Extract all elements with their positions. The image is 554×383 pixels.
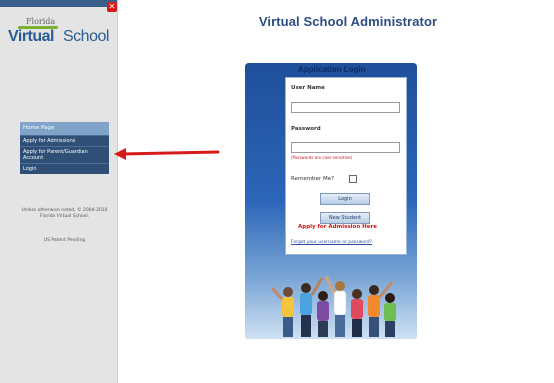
password-input[interactable] xyxy=(291,142,400,153)
login-title: Application Login xyxy=(298,65,366,74)
close-icon[interactable]: ✕ xyxy=(107,2,117,12)
username-input[interactable] xyxy=(291,102,400,113)
forgot-credentials-link[interactable]: Forgot your username or password? xyxy=(291,240,381,246)
red-arrow-icon xyxy=(114,148,220,160)
copyright-text: Unless otherwise noted, © 2004-2010 Flor… xyxy=(21,208,108,219)
sidebar-topbar xyxy=(0,0,117,7)
new-student-button[interactable]: New Student xyxy=(320,212,370,224)
florida-virtual-school-logo[interactable]: Florida Virtual School xyxy=(8,14,112,60)
remember-me-label: Remember Me? xyxy=(291,176,334,182)
nav-apply-admissions[interactable]: Apply for Admissions xyxy=(20,135,109,146)
apply-admission-link[interactable]: Apply for Admission Here xyxy=(298,224,377,230)
password-note: (Passwords are case sensitive) xyxy=(291,155,353,160)
patent-text: US Patent Pending xyxy=(43,238,86,243)
username-label: User Name xyxy=(291,85,325,91)
nav-login[interactable]: Login xyxy=(20,163,109,174)
sidebar-nav: Home Page Apply for Admissions Apply for… xyxy=(20,122,109,174)
login-button[interactable]: Login xyxy=(320,193,370,205)
remember-me-checkbox[interactable] xyxy=(349,175,357,183)
page-title: Virtual School Administrator xyxy=(258,14,438,29)
nav-apply-parent-account[interactable]: Apply for Parent/Guardian Account xyxy=(20,146,109,163)
logo-florida-text: Florida xyxy=(26,17,56,26)
students-photo xyxy=(270,275,396,337)
logo-virtual-text: Virtual xyxy=(8,28,55,45)
nav-home-page[interactable]: Home Page xyxy=(20,122,109,135)
sidebar: ✕ Florida Virtual School Home Page Apply… xyxy=(0,0,118,383)
logo-school-text: School xyxy=(63,28,109,45)
login-form: User Name Password (Passwords are case s… xyxy=(285,77,407,255)
password-label: Password xyxy=(291,126,321,132)
